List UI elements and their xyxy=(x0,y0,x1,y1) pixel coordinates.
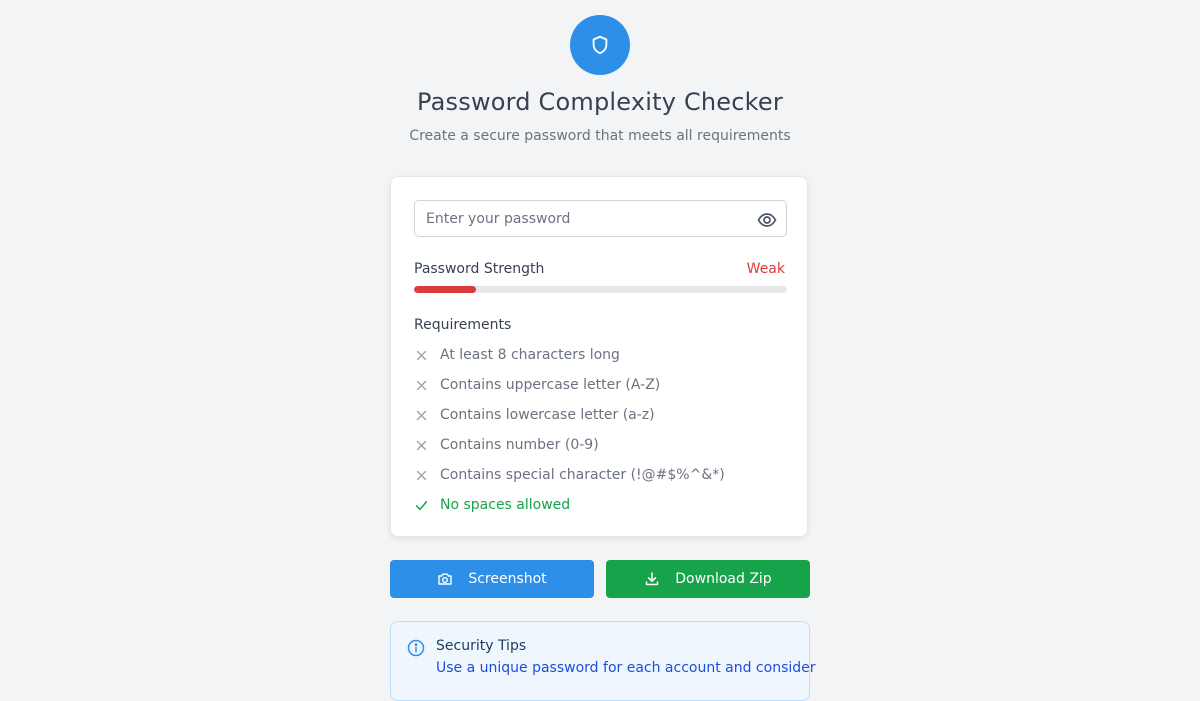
requirement-label: Contains lowercase letter (a-z) xyxy=(440,407,655,423)
x-icon xyxy=(414,378,428,392)
x-icon xyxy=(414,348,428,362)
security-tips-title: Security Tips xyxy=(436,638,527,654)
requirement-item: Contains number (0-9) xyxy=(414,430,725,460)
strength-value: Weak xyxy=(746,261,785,277)
strength-meter-fill xyxy=(414,286,476,293)
download-icon xyxy=(644,571,660,587)
requirement-label: Contains uppercase letter (A-Z) xyxy=(440,377,661,393)
x-icon xyxy=(414,468,428,482)
x-icon xyxy=(414,438,428,452)
info-icon xyxy=(407,639,425,657)
password-field xyxy=(414,200,787,237)
password-input[interactable] xyxy=(415,201,745,236)
app-logo xyxy=(570,15,630,75)
requirement-label: No spaces allowed xyxy=(440,497,571,513)
requirements-list: At least 8 characters long Contains upper… xyxy=(414,340,725,520)
requirement-item: At least 8 characters long xyxy=(414,340,725,370)
camera-icon xyxy=(437,571,453,587)
check-icon xyxy=(414,498,428,512)
x-icon xyxy=(414,408,428,422)
requirement-item: Contains uppercase letter (A-Z) xyxy=(414,370,725,400)
download-zip-button[interactable]: Download Zip xyxy=(606,560,810,598)
screenshot-button-label: Screenshot xyxy=(468,571,547,587)
security-tips-panel: Security Tips Use a unique password for … xyxy=(390,621,816,701)
download-zip-button-label: Download Zip xyxy=(675,571,772,587)
requirements-heading: Requirements xyxy=(414,317,512,333)
security-tips-text: Use a unique password for each account a… xyxy=(436,660,816,676)
eye-icon[interactable] xyxy=(757,212,777,228)
page-title: Password Complexity Checker xyxy=(417,88,783,116)
strength-meter xyxy=(414,286,787,293)
requirement-label: Contains special character (!@#$%^&*) xyxy=(440,467,725,483)
requirement-item: Contains special character (!@#$%^&*) xyxy=(414,460,725,490)
screenshot-button[interactable]: Screenshot xyxy=(390,560,594,598)
requirement-item: No spaces allowed xyxy=(414,490,725,520)
shield-icon xyxy=(592,35,608,55)
requirement-item: Contains lowercase letter (a-z) xyxy=(414,400,725,430)
strength-label: Password Strength xyxy=(414,261,545,277)
page-subtitle: Create a secure password that meets all … xyxy=(409,128,791,144)
requirement-label: At least 8 characters long xyxy=(440,347,620,363)
password-checker-card: Password Strength Weak Requirements At l… xyxy=(390,176,808,537)
requirement-label: Contains number (0-9) xyxy=(440,437,599,453)
